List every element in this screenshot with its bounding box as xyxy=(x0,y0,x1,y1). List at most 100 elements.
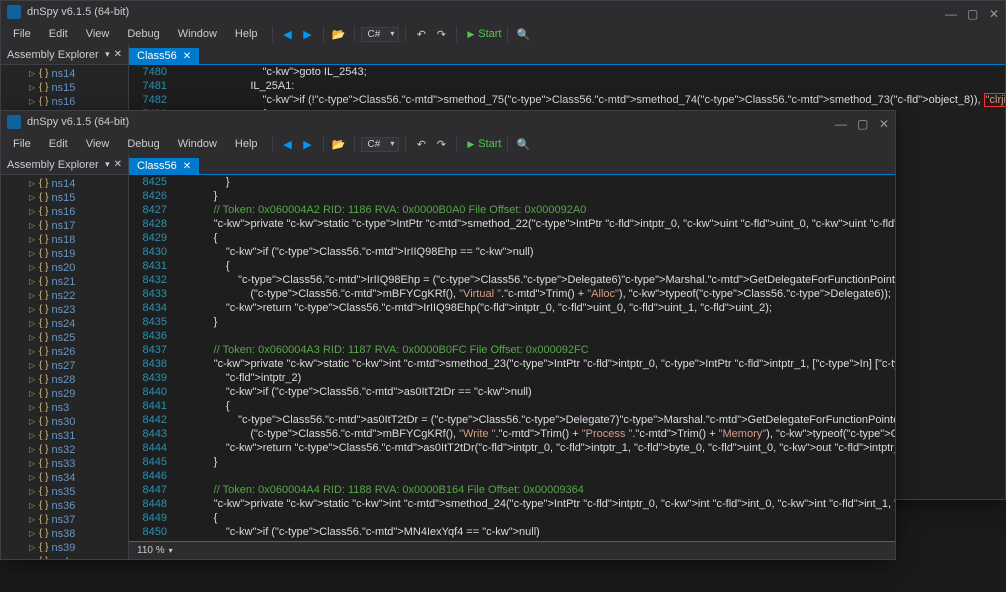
code-line[interactable]: 8451 { xyxy=(129,539,895,541)
namespace-node[interactable]: ▷{ }ns33 xyxy=(1,457,128,471)
namespace-node[interactable]: ▷{ }ns34 xyxy=(1,471,128,485)
menu-debug[interactable]: Debug xyxy=(119,26,167,42)
code-line[interactable]: 7482 "c-kw">if (!"c-type">Class56."c-mtd… xyxy=(129,93,1005,107)
redo-icon[interactable]: ↷ xyxy=(432,135,450,153)
maximize-button[interactable]: ▢ xyxy=(967,7,977,17)
menu-debug[interactable]: Debug xyxy=(119,136,167,152)
namespace-node[interactable]: ▷{ }ns16 xyxy=(1,205,128,219)
code-line[interactable]: 8435 } xyxy=(129,315,895,329)
start-button[interactable]: Start xyxy=(467,28,501,40)
namespace-node[interactable]: ▷{ }ns23 xyxy=(1,303,128,317)
code-line[interactable]: 8427 // Token: 0x060004A2 RID: 1186 RVA:… xyxy=(129,203,895,217)
nav-forward-icon[interactable]: ▶ xyxy=(299,25,317,43)
language-dropdown[interactable]: C# xyxy=(361,137,400,152)
code-line[interactable]: 8436 xyxy=(129,329,895,343)
zoom-level[interactable]: 110 %▾ xyxy=(137,545,173,556)
namespace-node[interactable]: ▷{ }ns32 xyxy=(1,443,128,457)
namespace-node[interactable]: ▷{ }ns16 xyxy=(1,95,128,109)
namespace-node[interactable]: ▷{ }ns4 xyxy=(1,555,128,559)
namespace-node[interactable]: ▷{ }ns35 xyxy=(1,485,128,499)
close-panel-icon[interactable]: ✕ xyxy=(114,49,122,60)
namespace-node[interactable]: ▷{ }ns14 xyxy=(1,67,128,81)
namespace-node[interactable]: ▷{ }ns14 xyxy=(1,177,128,191)
namespace-node[interactable]: ▷{ }ns26 xyxy=(1,345,128,359)
namespace-node[interactable]: ▷{ }ns36 xyxy=(1,499,128,513)
code-line[interactable]: 8437 // Token: 0x060004A3 RID: 1187 RVA:… xyxy=(129,343,895,357)
code-line[interactable]: 8450 "c-kw">if ("c-type">Class56."c-mtd"… xyxy=(129,525,895,539)
pin-icon[interactable]: ▾ xyxy=(105,159,110,170)
code-area[interactable]: 8425 }8426 }8427 // Token: 0x060004A2 RI… xyxy=(129,175,895,541)
code-line[interactable]: 8441 { xyxy=(129,399,895,413)
namespace-node[interactable]: ▷{ }ns28 xyxy=(1,373,128,387)
code-line[interactable]: 8426 } xyxy=(129,189,895,203)
menu-file[interactable]: File xyxy=(5,26,39,42)
menu-help[interactable]: Help xyxy=(227,26,266,42)
tab-class56[interactable]: Class56 ✕ xyxy=(129,48,199,64)
code-line[interactable]: 8439 "c-fld">intptr_2) xyxy=(129,371,895,385)
namespace-node[interactable]: ▷{ }ns25 xyxy=(1,331,128,345)
code-line[interactable]: 8445 } xyxy=(129,455,895,469)
namespace-node[interactable]: ▷{ }ns29 xyxy=(1,387,128,401)
search-icon[interactable]: 🔍 xyxy=(514,25,532,43)
code-line[interactable]: 8449 { xyxy=(129,511,895,525)
menu-help[interactable]: Help xyxy=(227,136,266,152)
namespace-node[interactable]: ▷{ }ns15 xyxy=(1,191,128,205)
code-line[interactable]: 7481 IL_25A1: xyxy=(129,79,1005,93)
nav-forward-icon[interactable]: ▶ xyxy=(299,135,317,153)
menu-edit[interactable]: Edit xyxy=(41,26,76,42)
menu-edit[interactable]: Edit xyxy=(41,136,76,152)
menu-window[interactable]: Window xyxy=(170,136,225,152)
titlebar[interactable]: dnSpy v6.1.5 (64-bit) — ▢ ✕ xyxy=(1,111,895,133)
code-line[interactable]: 8425 } xyxy=(129,175,895,189)
code-line[interactable]: 8434 "c-kw">return "c-type">Class56."c-m… xyxy=(129,301,895,315)
close-panel-icon[interactable]: ✕ xyxy=(114,159,122,170)
language-dropdown[interactable]: C# xyxy=(361,27,400,42)
menu-view[interactable]: View xyxy=(78,136,118,152)
menu-view[interactable]: View xyxy=(78,26,118,42)
code-line[interactable]: 8431 { xyxy=(129,259,895,273)
maximize-button[interactable]: ▢ xyxy=(857,117,867,127)
namespace-node[interactable]: ▷{ }ns21 xyxy=(1,275,128,289)
code-line[interactable]: 8438 "c-kw">private "c-kw">static "c-kw"… xyxy=(129,357,895,371)
explorer-tree[interactable]: ▷{ }ns14▷{ }ns15▷{ }ns16▷{ }ns17▷{ }ns18… xyxy=(1,175,128,559)
minimize-button[interactable]: — xyxy=(945,7,955,17)
open-icon[interactable]: 📂 xyxy=(330,135,348,153)
start-button[interactable]: Start xyxy=(467,138,501,150)
code-line[interactable]: 8444 "c-kw">return "c-type">Class56."c-m… xyxy=(129,441,895,455)
search-icon[interactable]: 🔍 xyxy=(514,135,532,153)
namespace-node[interactable]: ▷{ }ns15 xyxy=(1,81,128,95)
code-line[interactable]: 8443 ("c-type">Class56."c-mtd">mBFYCgKRf… xyxy=(129,427,895,441)
undo-icon[interactable]: ↶ xyxy=(412,25,430,43)
namespace-node[interactable]: ▷{ }ns38 xyxy=(1,527,128,541)
close-button[interactable]: ✕ xyxy=(989,7,999,17)
minimize-button[interactable]: — xyxy=(835,117,845,127)
namespace-node[interactable]: ▷{ }ns22 xyxy=(1,289,128,303)
titlebar[interactable]: dnSpy v6.1.5 (64-bit) — ▢ ✕ xyxy=(1,1,1005,23)
code-line[interactable]: 8442 "c-type">Class56."c-mtd">as0ItT2tDr… xyxy=(129,413,895,427)
undo-icon[interactable]: ↶ xyxy=(412,135,430,153)
menu-window[interactable]: Window xyxy=(170,26,225,42)
namespace-node[interactable]: ▷{ }ns20 xyxy=(1,261,128,275)
redo-icon[interactable]: ↷ xyxy=(432,25,450,43)
code-line[interactable]: 8433 ("c-type">Class56."c-mtd">mBFYCgKRf… xyxy=(129,287,895,301)
code-line[interactable]: 8430 "c-kw">if ("c-type">Class56."c-mtd"… xyxy=(129,245,895,259)
namespace-node[interactable]: ▷{ }ns31 xyxy=(1,429,128,443)
close-tab-icon[interactable]: ✕ xyxy=(183,161,191,172)
code-line[interactable]: 8428 "c-kw">private "c-kw">static "c-typ… xyxy=(129,217,895,231)
code-line[interactable]: 8432 "c-type">Class56."c-mtd">IrIIQ98Ehp… xyxy=(129,273,895,287)
pin-icon[interactable]: ▾ xyxy=(105,49,110,60)
nav-back-icon[interactable]: ◀ xyxy=(279,25,297,43)
code-line[interactable]: 8448 "c-kw">private "c-kw">static "c-kw"… xyxy=(129,497,895,511)
namespace-node[interactable]: ▷{ }ns37 xyxy=(1,513,128,527)
menu-file[interactable]: File xyxy=(5,136,39,152)
nav-back-icon[interactable]: ◀ xyxy=(279,135,297,153)
code-line[interactable]: 8446 xyxy=(129,469,895,483)
namespace-node[interactable]: ▷{ }ns17 xyxy=(1,219,128,233)
code-line[interactable]: 8440 "c-kw">if ("c-type">Class56."c-mtd"… xyxy=(129,385,895,399)
namespace-node[interactable]: ▷{ }ns18 xyxy=(1,233,128,247)
namespace-node[interactable]: ▷{ }ns27 xyxy=(1,359,128,373)
namespace-node[interactable]: ▷{ }ns24 xyxy=(1,317,128,331)
code-line[interactable]: 8447 // Token: 0x060004A4 RID: 1188 RVA:… xyxy=(129,483,895,497)
open-icon[interactable]: 📂 xyxy=(330,25,348,43)
close-tab-icon[interactable]: ✕ xyxy=(183,51,191,62)
